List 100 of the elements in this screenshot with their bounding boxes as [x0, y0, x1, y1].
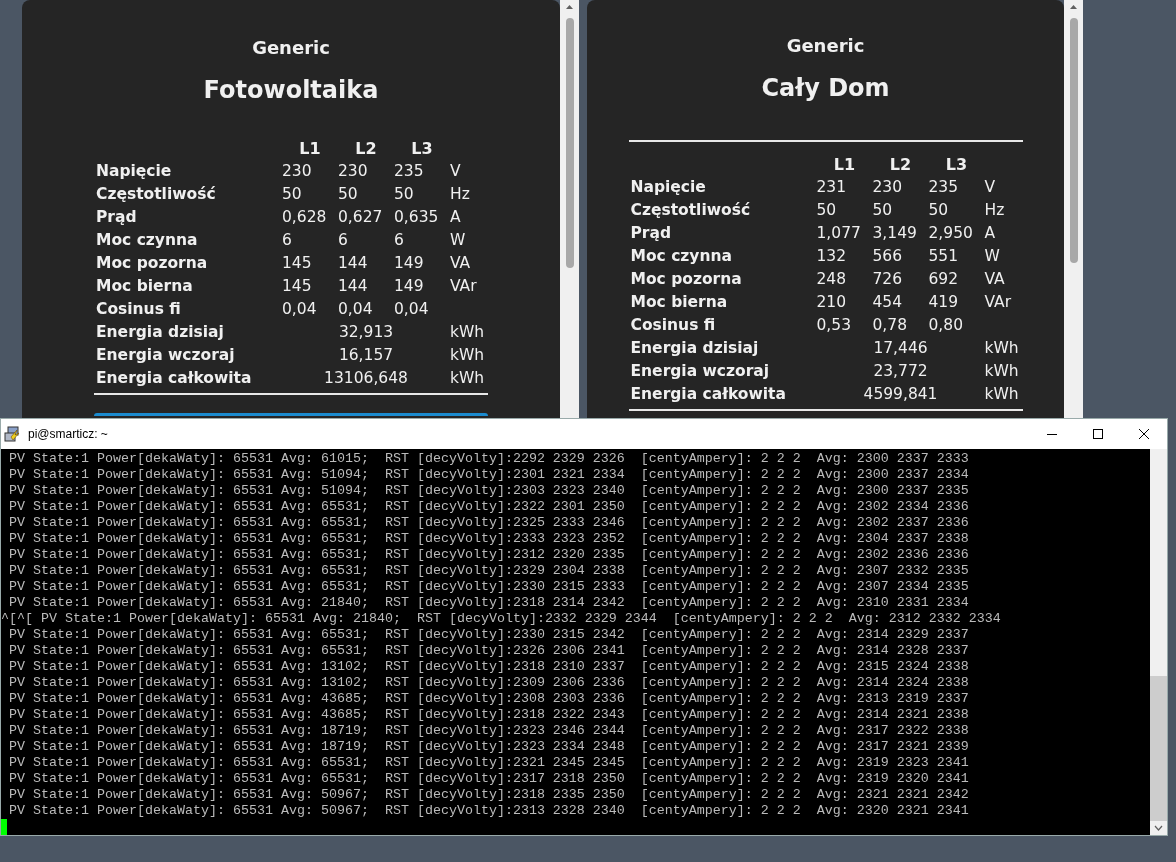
row-label: Moc bierna	[630, 292, 729, 313]
unit-label: W	[450, 230, 467, 251]
scrollbar[interactable]	[1064, 0, 1083, 418]
value-cell-text: 1,077	[816, 223, 862, 244]
unit-label: kWh	[984, 338, 1020, 359]
value-cell-text: 231	[816, 177, 848, 198]
value-cell-text: 145	[282, 253, 313, 274]
value-cell-text: 248	[816, 269, 848, 290]
unit-label: VAr	[984, 292, 1013, 313]
terminal-line: PV State:1 Power[dekaWaty]: 65531 Avg: 65531; RST [decyVolty]:2330 2315 2333 [centyAmpery]: 2 2 2 Avg: 2307 2334 2335	[8, 579, 970, 595]
unit-label: A	[450, 207, 462, 228]
unit-label: W	[984, 246, 1001, 267]
terminal-line: PV State:1 Power[dekaWaty]: 65531 Avg: 43685; RST [decyVolty]:2308 2303 2336 [centyAmpery]: 2 2 2 Avg: 2313 2319 2337	[8, 691, 970, 707]
scrollbar-thumb[interactable]	[1150, 676, 1167, 821]
value-cell-text: 6	[394, 230, 405, 251]
scrollbar-thumb[interactable]	[565, 18, 574, 268]
unit-label: V	[984, 177, 997, 198]
scrollbar-thumb[interactable]	[1069, 18, 1078, 263]
unit-label: kWh	[984, 361, 1020, 382]
value-cell-text: 0,627	[338, 207, 384, 228]
terminal-line: PV State:1 Power[dekaWaty]: 65531 Avg: 43685; RST [decyVolty]:2318 2322 2343 [centyAmpery]: 2 2 2 Avg: 2314 2321 2338	[8, 707, 970, 723]
column-header: L1	[832, 154, 857, 176]
row-label: Prąd	[96, 207, 138, 228]
value-cell-text: 726	[872, 269, 904, 290]
terminal-line: PV State:1 Power[dekaWaty]: 65531 Avg: 51094; RST [decyVolty]:2301 2321 2334 [centyAmpery]: 2 2 2 Avg: 2300 2337 2334	[8, 467, 970, 483]
unit-label: Hz	[984, 200, 1006, 221]
value-cell-text: 17,446	[872, 338, 929, 359]
close-icon[interactable]	[1139, 429, 1149, 439]
row-label: Moc pozorna	[96, 253, 209, 274]
value-cell-text: 144	[338, 253, 369, 274]
value-cell-text: 13106,648	[323, 368, 409, 389]
value-cell-text: 551	[928, 246, 960, 267]
value-cell-text: 0,628	[282, 207, 328, 228]
terminal-line: PV State:1 Power[dekaWaty]: 65531 Avg: 50967; RST [decyVolty]:2313 2328 2340 [centyAmpery]: 2 2 2 Avg: 2320 2321 2341	[8, 803, 970, 819]
value-cell-text: 50	[816, 200, 838, 221]
value-cell-text: 0,80	[928, 315, 964, 336]
terminal-line: PV State:1 Power[dekaWaty]: 65531 Avg: 21840; RST [decyVolty]:2318 2314 2342 [centyAmpery]: 2 2 2 Avg: 2310 2331 2334	[8, 595, 970, 611]
terminal-line: PV State:1 Power[dekaWaty]: 65531 Avg: 65531; RST [decyVolty]:2325 2333 2346 [centyAmpery]: 2 2 2 Avg: 2302 2337 2336	[8, 515, 970, 531]
row-label: Częstotliwość	[630, 200, 752, 221]
row-label: Energia całkowita	[96, 368, 253, 389]
panel-title: Fotowoltaika	[203, 75, 379, 106]
row-label: Prąd	[630, 223, 673, 244]
value-cell-text: 6	[282, 230, 293, 251]
row-label: Napięcie	[630, 177, 707, 198]
unit-label: VA	[450, 253, 472, 274]
window-title: pi@smarticz: ~	[28, 426, 108, 443]
terminal-line: PV State:1 Power[dekaWaty]: 65531 Avg: 65531; RST [decyVolty]:2321 2345 2345 [centyAmpery]: 2 2 2 Avg: 2319 2323 2341	[8, 755, 970, 771]
row-label: Energia dzisiaj	[96, 322, 225, 343]
panel-subtitle: Generic	[786, 34, 865, 58]
terminal-line: PV State:1 Power[dekaWaty]: 65531 Avg: 13102; RST [decyVolty]:2318 2310 2337 [centyAmpery]: 2 2 2 Avg: 2315 2324 2338	[8, 659, 970, 675]
row-label: Cosinus fi	[96, 299, 182, 320]
value-cell-text: 0,78	[872, 315, 908, 336]
panel-title: Cały Dom	[761, 73, 890, 104]
terminal-line: PV State:1 Power[dekaWaty]: 65531 Avg: 13102; RST [decyVolty]:2309 2306 2336 [centyAmpery]: 2 2 2 Avg: 2314 2324 2338	[8, 675, 970, 691]
value-cell-text: 50	[872, 200, 894, 221]
terminal-line: PV State:1 Power[dekaWaty]: 65531 Avg: 51094; RST [decyVolty]:2303 2323 2340 [centyAmpery]: 2 2 2 Avg: 2300 2337 2335	[8, 483, 970, 499]
column-header: L1	[298, 138, 322, 160]
unit-label: kWh	[450, 345, 486, 366]
row-label: Napięcie	[96, 161, 173, 182]
row-label: Moc bierna	[96, 276, 194, 297]
value-cell-text: 149	[394, 276, 425, 297]
terminal-line: PV State:1 Power[dekaWaty]: 65531 Avg: 65531; RST [decyVolty]:2317 2318 2350 [centyAmpery]: 2 2 2 Avg: 2319 2320 2341	[8, 771, 970, 787]
value-cell-text: 32,913	[337, 322, 395, 343]
row-label: Częstotliwość	[96, 184, 217, 205]
terminal-line: PV State:1 Power[dekaWaty]: 65531 Avg: 65531; RST [decyVolty]:2312 2320 2335 [centyAmpery]: 2 2 2 Avg: 2302 2336 2336	[8, 547, 970, 563]
scrollbar[interactable]	[560, 0, 579, 418]
row-label: Energia wczoraj	[96, 345, 236, 366]
value-cell-text: 50	[394, 184, 415, 205]
value-cell-text: 235	[928, 177, 960, 198]
terminal-line: PV State:1 Power[dekaWaty]: 65531 Avg: 65531; RST [decyVolty]:2333 2323 2352 [centyAmpery]: 2 2 2 Avg: 2304 2337 2338	[8, 531, 970, 547]
value-cell-text: 50	[928, 200, 950, 221]
text-cursor	[1, 819, 7, 835]
column-header: L3	[410, 138, 434, 160]
app-icon	[4, 425, 22, 443]
value-cell-text: 2,950	[928, 223, 974, 244]
terminal-line: PV State:1 Power[dekaWaty]: 65531 Avg: 65531; RST [decyVolty]:2326 2306 2341 [centyAmpery]: 2 2 2 Avg: 2314 2328 2337	[8, 643, 970, 659]
value-cell-text: 230	[338, 161, 369, 182]
value-cell-text: 454	[872, 292, 904, 313]
value-cell-text: 210	[816, 292, 848, 313]
terminal-line: PV State:1 Power[dekaWaty]: 65531 Avg: 65531; RST [decyVolty]:2322 2301 2350 [centyAmpery]: 2 2 2 Avg: 2302 2334 2336	[8, 499, 970, 515]
unit-label: kWh	[984, 384, 1020, 405]
maximize-icon[interactable]	[1093, 429, 1103, 439]
value-cell-text: 50	[282, 184, 303, 205]
value-cell-text: 3,149	[872, 223, 918, 244]
unit-label: A	[984, 223, 997, 244]
value-cell-text: 230	[872, 177, 904, 198]
value-cell-text: 0,04	[338, 299, 374, 320]
value-cell-text: 692	[928, 269, 960, 290]
value-cell-text: 50	[338, 184, 359, 205]
value-cell-text: 145	[282, 276, 313, 297]
value-cell-text: 144	[338, 276, 369, 297]
value-cell-text: 566	[872, 246, 904, 267]
terminal-line: PV State:1 Power[dekaWaty]: 65531 Avg: 50967; RST [decyVolty]:2318 2335 2350 [centyAmpery]: 2 2 2 Avg: 2321 2321 2342	[8, 787, 970, 803]
value-cell-text: 16,157	[337, 345, 395, 366]
terminal-line: PV State:1 Power[dekaWaty]: 65531 Avg: 65531; RST [decyVolty]:2330 2315 2342 [centyAmpery]: 2 2 2 Avg: 2314 2329 2337	[8, 627, 970, 643]
column-header: L2	[354, 138, 378, 160]
column-header: L2	[888, 154, 913, 176]
value-cell-text: 0,04	[282, 299, 318, 320]
scrollbar[interactable]	[1150, 449, 1167, 835]
value-cell-text: 230	[282, 161, 313, 182]
